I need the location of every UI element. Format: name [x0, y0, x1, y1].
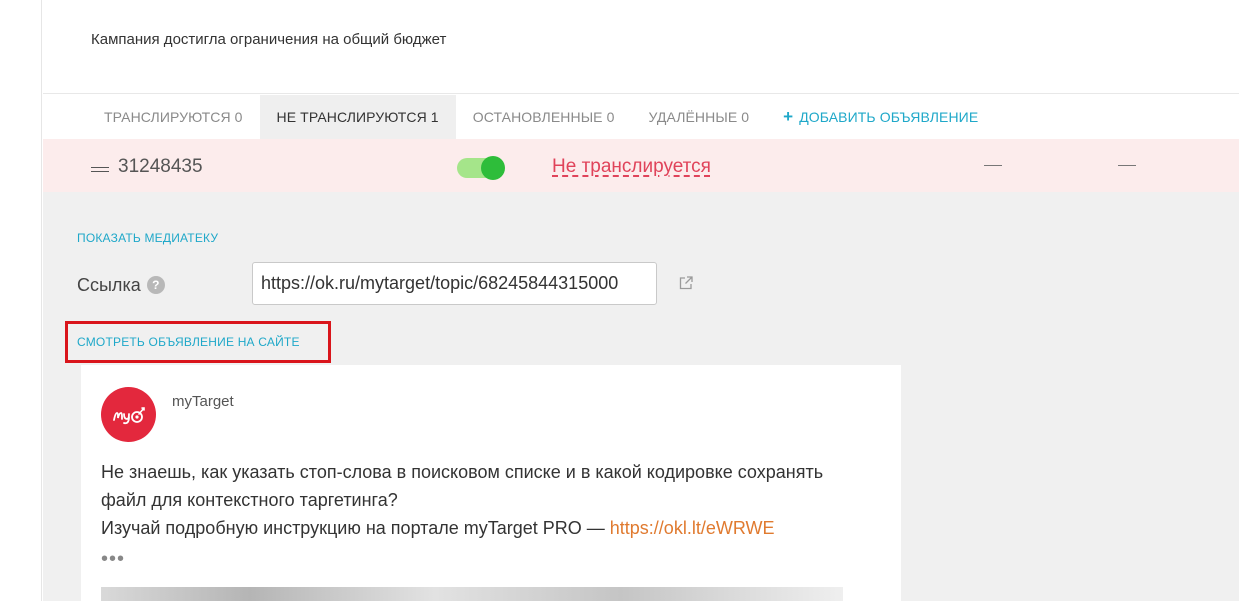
tab-stopped[interactable]: ОСТАНОВЛЕННЫЕ 0 — [456, 95, 632, 139]
tab-deleted[interactable]: УДАЛЁННЫЕ 0 — [632, 95, 767, 139]
left-margin — [0, 0, 42, 601]
add-ad-label: ДОБАВИТЬ ОБЪЯВЛЕНИЕ — [799, 109, 979, 125]
link-label: Ссылка? — [77, 275, 165, 296]
link-label-text: Ссылка — [77, 275, 141, 295]
more-icon[interactable]: ••• — [101, 548, 125, 571]
toggle-knob — [481, 156, 505, 180]
external-link-icon[interactable] — [679, 276, 693, 290]
ad-status-tabs: ТРАНСЛИРУЮТСЯ 0 НЕ ТРАНСЛИРУЮТСЯ 1 ОСТАН… — [43, 95, 1239, 139]
post-text-line: Изучай подробную инструкцию на портале m… — [101, 518, 610, 538]
collapse-icon[interactable] — [91, 162, 109, 172]
ad-row[interactable]: 31248435 Не транслируется — [43, 139, 1239, 192]
ad-toggle-switch[interactable] — [457, 156, 505, 180]
budget-notice-text: Кампания достигла ограничения на общий б… — [91, 31, 447, 48]
show-media-library-link[interactable]: ПОКАЗАТЬ МЕДИАТЕКУ — [77, 231, 218, 245]
post-text-line: Не знаешь, как указать стоп-слова в поис… — [101, 462, 824, 482]
post-link[interactable]: https://okl.lt/eWRWE — [610, 518, 775, 538]
ad-status[interactable]: Не транслируется — [552, 156, 711, 178]
tab-broadcasting[interactable]: ТРАНСЛИРУЮТСЯ 0 — [43, 95, 260, 139]
post-image — [101, 587, 843, 601]
help-icon[interactable]: ? — [146, 276, 165, 294]
view-ad-on-site-link[interactable]: СМОТРЕТЬ ОБЪЯВЛЕНИЕ НА САЙТЕ — [77, 335, 300, 349]
ad-id: 31248435 — [118, 156, 203, 177]
budget-notice: Кампания достигла ограничения на общий б… — [43, 0, 1239, 94]
ad-details-panel: ПОКАЗАТЬ МЕДИАТЕКУ Ссылка? СМОТРЕТЬ ОБЪЯ… — [43, 192, 1239, 601]
post-text: Не знаешь, как указать стоп-слова в поис… — [101, 458, 891, 542]
plus-icon: + — [783, 107, 794, 126]
post-text-line: файл для контекстного таргетинга? — [101, 490, 398, 510]
empty-value-dash — [1118, 165, 1136, 166]
add-ad-button[interactable]: + ДОБАВИТЬ ОБЪЯВЛЕНИЕ — [766, 95, 995, 139]
empty-value-dash — [984, 165, 1002, 166]
post-author: myTarget — [172, 393, 234, 410]
ad-preview-card: myTarget Не знаешь, как указать стоп-сло… — [81, 365, 901, 601]
link-url-input[interactable] — [252, 262, 657, 305]
mytarget-logo-icon — [112, 406, 145, 424]
mytarget-logo — [101, 387, 156, 442]
tab-not-broadcasting[interactable]: НЕ ТРАНСЛИРУЮТСЯ 1 — [259, 95, 456, 139]
